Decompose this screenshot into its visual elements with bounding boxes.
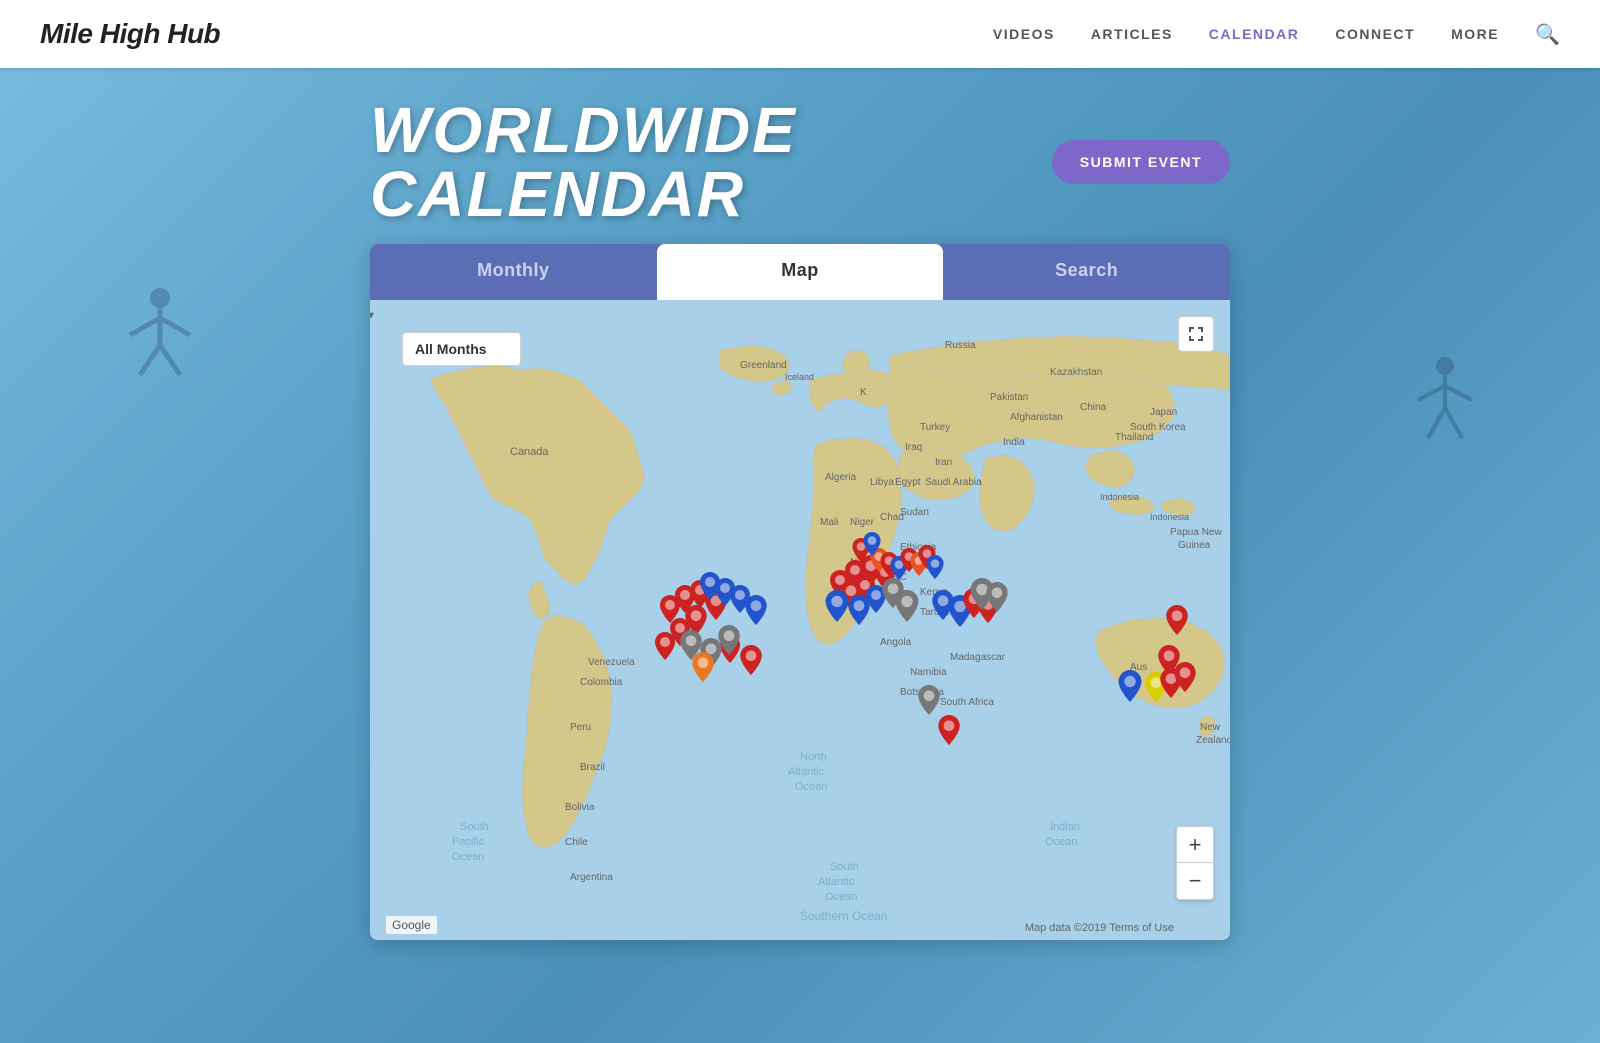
site-logo: Mile High Hub	[40, 18, 220, 50]
svg-text:Bolivia: Bolivia	[565, 802, 595, 813]
nav-calendar[interactable]: CALENDAR	[1209, 26, 1300, 42]
svg-text:South: South	[460, 821, 489, 833]
svg-text:Aus: Aus	[1130, 662, 1147, 673]
main-content: WORLDWIDE CALENDAR SUBMIT EVENT Monthly …	[0, 68, 1600, 940]
tabs: Monthly Map Search	[370, 244, 1230, 300]
svg-text:Namibia: Namibia	[910, 667, 947, 678]
svg-text:Ocean: Ocean	[795, 781, 827, 793]
svg-text:Afghanistan: Afghanistan	[1010, 412, 1063, 423]
zoom-out-button[interactable]: −	[1177, 863, 1213, 899]
svg-text:Chile: Chile	[565, 837, 588, 848]
svg-text:Egypt: Egypt	[895, 477, 921, 488]
svg-text:Mali: Mali	[820, 517, 838, 528]
svg-text:Zealand: Zealand	[1196, 735, 1230, 746]
svg-text:Ethiopia: Ethiopia	[900, 542, 937, 553]
tab-search[interactable]: Search	[943, 244, 1230, 300]
zoom-in-button[interactable]: +	[1177, 827, 1213, 863]
svg-text:Russia: Russia	[945, 340, 976, 351]
svg-text:China: China	[1080, 402, 1107, 413]
svg-text:Atlantic: Atlantic	[818, 876, 855, 888]
svg-text:Angola: Angola	[880, 637, 912, 648]
svg-text:Indian: Indian	[1050, 821, 1080, 833]
svg-text:Kenya: Kenya	[920, 587, 949, 598]
nav-connect[interactable]: CONNECT	[1335, 26, 1415, 42]
svg-text:Iran: Iran	[935, 457, 952, 468]
svg-text:Canada: Canada	[510, 446, 549, 458]
svg-text:Madagascar: Madagascar	[950, 652, 1006, 663]
svg-text:South Korea: South Korea	[1130, 422, 1186, 433]
svg-text:DRC: DRC	[885, 572, 907, 583]
tab-map[interactable]: Map	[657, 244, 944, 300]
svg-text:Saudi Arabia: Saudi Arabia	[925, 477, 982, 488]
svg-text:Nigeria: Nigeria	[850, 557, 882, 568]
svg-text:Brazil: Brazil	[580, 762, 605, 773]
svg-text:Indonesia: Indonesia	[1150, 512, 1189, 522]
svg-text:Japan: Japan	[1150, 407, 1177, 418]
svg-text:Peru: Peru	[570, 722, 591, 733]
header: Mile High Hub VIDEOS ARTICLES CALENDAR C…	[0, 0, 1600, 68]
map-area: South Pacific Ocean North Atlantic Ocean…	[370, 300, 1230, 940]
page-title: WORLDWIDE CALENDAR	[370, 98, 1052, 226]
svg-text:Ocean: Ocean	[452, 851, 484, 863]
map-attribution-google: Google	[386, 916, 437, 934]
svg-text:Niger: Niger	[850, 517, 875, 528]
svg-text:Indonesia: Indonesia	[1100, 492, 1139, 502]
world-map: South Pacific Ocean North Atlantic Ocean…	[370, 300, 1230, 940]
svg-text:New: New	[1200, 722, 1221, 733]
nav-more[interactable]: MORE	[1451, 26, 1499, 42]
svg-text:Libya: Libya	[870, 477, 894, 488]
svg-text:Colombia: Colombia	[580, 677, 623, 688]
svg-text:India: India	[1003, 437, 1025, 448]
svg-text:Botswana: Botswana	[900, 687, 944, 698]
svg-text:Pacific: Pacific	[452, 836, 485, 848]
submit-event-button[interactable]: SUBMIT EVENT	[1052, 140, 1230, 184]
svg-text:Algeria: Algeria	[825, 472, 857, 483]
svg-text:Atlantic: Atlantic	[788, 766, 825, 778]
nav-articles[interactable]: ARTICLES	[1091, 26, 1173, 42]
main-nav: VIDEOS ARTICLES CALENDAR CONNECT MORE 🔍	[993, 22, 1560, 47]
svg-text:Argentina: Argentina	[570, 872, 613, 883]
svg-text:Ocean: Ocean	[1045, 836, 1077, 848]
map-attribution-data: Map data ©2019 Terms of Use	[1025, 922, 1174, 934]
svg-text:Iceland: Iceland	[785, 372, 814, 382]
svg-text:Sudan: Sudan	[900, 507, 929, 518]
nav-videos[interactable]: VIDEOS	[993, 26, 1055, 42]
months-dropdown[interactable]: All MonthsJanuaryFebruaryMarchAprilMayJu…	[402, 332, 521, 366]
svg-text:Kazakhstan: Kazakhstan	[1050, 367, 1102, 378]
svg-text:K: K	[860, 387, 867, 398]
calendar-container: Monthly Map Search South Pacific Ocean N…	[370, 244, 1230, 940]
svg-text:Guinea: Guinea	[1178, 540, 1211, 551]
svg-text:Papua New: Papua New	[1170, 527, 1222, 538]
svg-text:Venezuela: Venezuela	[588, 657, 635, 668]
zoom-controls: + −	[1176, 826, 1214, 900]
title-row: WORLDWIDE CALENDAR SUBMIT EVENT	[370, 98, 1230, 226]
svg-text:South: South	[830, 861, 859, 873]
svg-text:Pakistan: Pakistan	[990, 392, 1028, 403]
svg-text:North: North	[800, 751, 827, 763]
svg-text:Greenland: Greenland	[740, 360, 787, 371]
search-icon[interactable]: 🔍	[1535, 22, 1560, 47]
svg-text:Ocean: Ocean	[825, 891, 857, 903]
svg-text:Iraq: Iraq	[905, 442, 922, 453]
svg-text:Thailand: Thailand	[1115, 432, 1153, 443]
fullscreen-button[interactable]	[1178, 316, 1214, 352]
svg-text:South Africa: South Africa	[940, 697, 994, 708]
svg-text:Southern Ocean: Southern Ocean	[800, 909, 887, 923]
tab-monthly[interactable]: Monthly	[370, 244, 657, 300]
svg-text:Turkey: Turkey	[920, 422, 950, 433]
svg-text:Tanzania: Tanzania	[920, 607, 960, 618]
